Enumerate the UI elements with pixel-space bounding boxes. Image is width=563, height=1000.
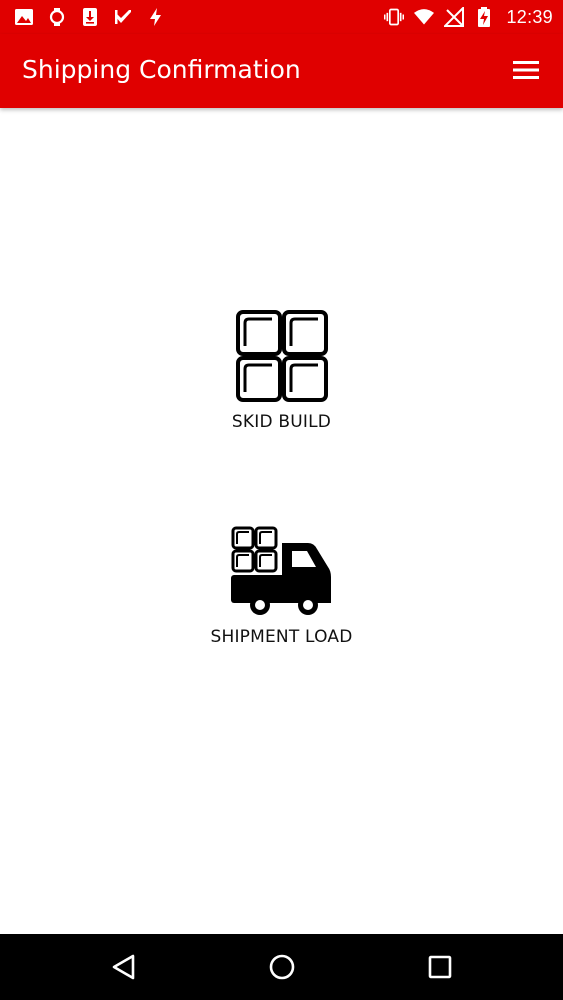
skid-build-label: SKID BUILD xyxy=(231,412,332,432)
shipment-load-label: SHIPMENT LOAD xyxy=(210,627,353,647)
download-icon xyxy=(83,8,97,26)
hamburger-menu-icon[interactable] xyxy=(511,58,541,82)
wifi-icon xyxy=(414,9,435,25)
image-icon xyxy=(15,9,33,25)
notification-icons xyxy=(14,6,166,28)
truck-icon xyxy=(230,526,331,615)
skid-build-button[interactable]: SKID BUILD xyxy=(0,310,563,432)
check-icon xyxy=(115,10,131,24)
clock: 12:39 xyxy=(506,6,553,27)
battery-charging-icon xyxy=(478,7,491,27)
recents-icon[interactable] xyxy=(425,952,455,982)
navigation-bar xyxy=(0,934,563,1000)
system-icons: 12:39 xyxy=(384,6,553,28)
watch-icon xyxy=(49,8,65,26)
app-bar: Shipping Confirmation xyxy=(0,34,563,108)
status-bar: 12:39 xyxy=(0,0,563,34)
shipment-load-button[interactable]: SHIPMENT LOAD xyxy=(0,525,563,647)
home-icon[interactable] xyxy=(267,952,297,982)
skid-build-icon xyxy=(235,310,328,402)
back-icon[interactable] xyxy=(109,952,139,982)
no-signal-icon xyxy=(444,7,465,27)
page-title: Shipping Confirmation xyxy=(22,55,301,84)
flash-icon xyxy=(150,8,161,26)
vibrate-icon xyxy=(384,8,405,26)
